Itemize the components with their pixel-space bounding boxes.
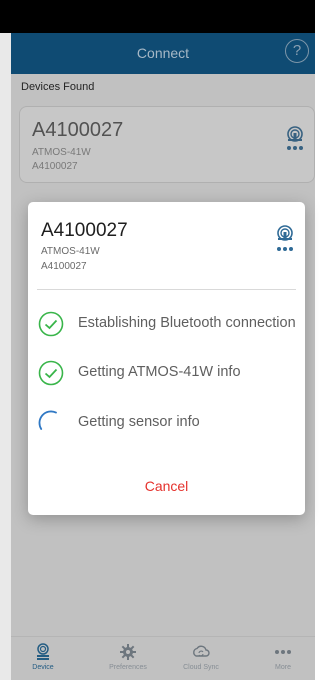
status-bar [0,0,315,33]
loading-spinner-icon [38,410,57,430]
help-button[interactable]: ? [285,39,309,63]
step-device-info: Getting ATMOS-41W info [38,360,305,386]
dialog-device-serial: A4100027 [41,261,87,272]
step-label: Establishing Bluetooth connection [78,315,296,331]
step-label: Getting ATMOS-41W info [78,364,241,380]
dialog-divider [37,289,296,290]
connect-dialog: A4100027 ATMOS-41W A4100027 Establishing… [28,202,305,515]
dialog-device-name: A4100027 [41,220,128,241]
step-sensor-info: Getting sensor info [38,410,305,436]
check-circle-icon [38,311,64,337]
app-header: Connect ? [11,33,315,74]
sensor-icon [277,225,293,251]
page-title: Connect [136,45,190,61]
step-label: Getting sensor info [78,414,200,430]
cancel-button[interactable]: Cancel [28,478,305,494]
step-bluetooth: Establishing Bluetooth connection [38,311,305,337]
check-circle-icon [38,360,64,386]
dialog-device-model: ATMOS-41W [41,246,100,257]
